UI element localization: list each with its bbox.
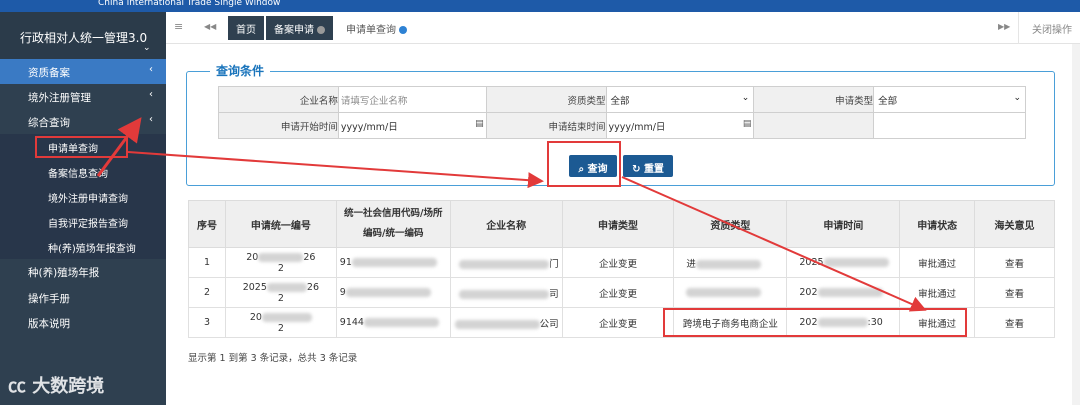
chevron-down-icon[interactable]: ⌄ (143, 43, 151, 53)
col-header: 申请类型 (561, 200, 675, 248)
pagination-summary: 显示第 1 到第 3 条记录，总共 3 条记录 (188, 353, 358, 364)
company-name-input[interactable]: 请填写企业名称 (337, 86, 487, 113)
sidebar-item-qualification[interactable]: 资质备案 ‹ (0, 59, 166, 84)
close-operations-button[interactable]: 关闭操作 (1032, 21, 1072, 36)
tab-bar: ≡ ◀◀ 首页 备案申请 申请单查询 ▶▶ 关闭操作 (166, 12, 1080, 44)
sidebar-item-version[interactable]: 版本说明 (0, 310, 166, 335)
tab-filing-application[interactable]: 备案申请 (266, 16, 333, 40)
refresh-icon: ↻ (632, 164, 641, 175)
col-header: 申请统一编号 (224, 200, 337, 248)
col-header: 海关意见 (974, 200, 1055, 248)
calendar-icon[interactable]: ▤ (475, 119, 484, 129)
sidebar-subitem-self-assessment-query[interactable]: 自我评定报告查询 (0, 209, 166, 234)
watermark: ㏄ 大数跨境 (8, 376, 105, 397)
calendar-icon[interactable]: ▤ (743, 119, 752, 129)
sidebar-subitem-farm-report-query[interactable]: 种(养)殖场年报查询 (0, 234, 166, 259)
tab-forward-icon[interactable]: ▶▶ (998, 22, 1010, 31)
sidebar-item-comprehensive-query[interactable]: 综合查询 ‹ (0, 109, 166, 134)
query-legend: 查询条件 (210, 62, 271, 79)
view-opinion-link[interactable]: 查看 (974, 307, 1055, 338)
apply-type-label: 申请类型 (753, 86, 875, 113)
end-time-label: 申请结束时间 (485, 112, 607, 139)
table-header-row: 序号 申请统一编号 统一社会信用代码/场所编码/统一编码 企业名称 申请类型 资… (188, 200, 1055, 248)
empty-cell (873, 112, 1026, 139)
reset-button[interactable]: ↻ 重置 (623, 155, 673, 177)
table-row[interactable]: 2 2025 26 2 9 司 企业变更 202 审批通过 查看 (188, 277, 1055, 308)
qual-type-select[interactable]: 全部 ⌄ (605, 86, 755, 113)
table-row[interactable]: 1 20 26 2 91 门 企业变更 进 2025 审批通过 查看 (188, 247, 1055, 278)
tab-application-query[interactable]: 申请单查询 (338, 16, 415, 40)
sidebar-item-manual[interactable]: 操作手册 (0, 285, 166, 310)
end-time-input[interactable]: yyyy/mm/日 ▤ (605, 112, 755, 139)
annotation-box-result (663, 308, 967, 337)
qual-type-label: 资质类型 (485, 86, 607, 113)
sidebar-item-farm-report[interactable]: 种(养)殖场年报 (0, 259, 166, 284)
company-name-label: 企业名称 (218, 86, 339, 113)
empty-cell (753, 112, 875, 139)
col-header: 企业名称 (449, 200, 563, 248)
annotation-box-menu (35, 136, 128, 158)
menu-icon[interactable]: ≡ (174, 20, 183, 33)
chevron-left-icon: ‹ (149, 89, 153, 100)
chevron-down-icon: ⌄ (1013, 92, 1021, 103)
query-form: 企业名称 请填写企业名称 资质类型 全部 ⌄ 申请类型 全部 ⌄ 申请开始时间 yy… (218, 86, 1026, 139)
start-time-input[interactable]: yyyy/mm/日 ▤ (337, 112, 487, 139)
sidebar: 行政相对人统一管理3.0 ⌄ 资质备案 ‹ 境外注册管理 ‹ 综合查询 ‹ 申请单查询… (0, 12, 166, 405)
tab-back-icon[interactable]: ◀◀ (204, 22, 216, 31)
annotation-box-search (547, 141, 621, 187)
col-header: 序号 (188, 200, 226, 248)
sidebar-item-overseas-registration[interactable]: 境外注册管理 ‹ (0, 84, 166, 109)
col-header: 统一社会信用代码/场所编码/统一编码 (335, 200, 451, 248)
sidebar-subitem-filing-query[interactable]: 备案信息查询 (0, 159, 166, 184)
chevron-down-icon: ⌄ (741, 92, 750, 103)
apply-type-select[interactable]: 全部 ⌄ (873, 86, 1026, 113)
divider (1018, 12, 1019, 44)
tab-home[interactable]: 首页 (228, 16, 264, 40)
col-header: 申请时间 (786, 200, 901, 248)
chevron-left-icon: ‹ (149, 114, 153, 125)
close-icon[interactable] (399, 26, 407, 34)
chevron-left-icon: ‹ (149, 64, 153, 75)
close-icon[interactable] (317, 26, 325, 34)
view-opinion-link[interactable]: 查看 (974, 247, 1055, 278)
scrollbar[interactable] (1072, 44, 1080, 405)
sidebar-subitem-overseas-query[interactable]: 境外注册申请查询 (0, 184, 166, 209)
col-header: 资质类型 (673, 200, 788, 248)
start-time-label: 申请开始时间 (218, 112, 339, 139)
view-opinion-link[interactable]: 查看 (974, 277, 1055, 308)
col-header: 申请状态 (899, 200, 976, 248)
top-banner: China International Trade Single Window (0, 0, 1080, 12)
sidebar-title: 行政相对人统一管理3.0 ⌄ (0, 12, 166, 59)
watermark-logo-icon: ㏄ (8, 376, 33, 397)
brand-text: China International Trade Single Window (98, 0, 281, 8)
